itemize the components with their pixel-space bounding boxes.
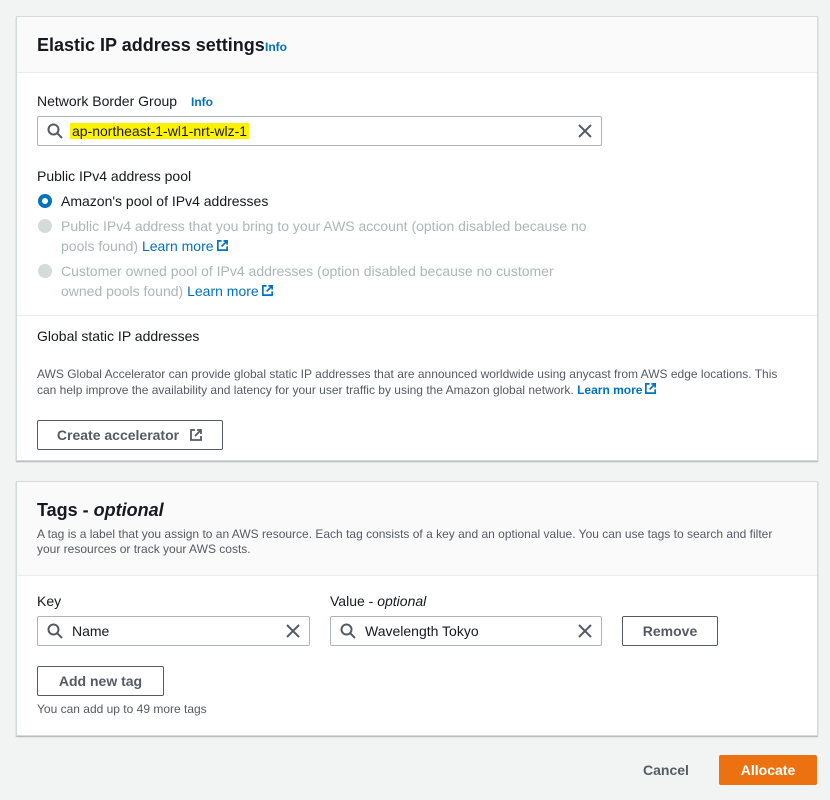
tags-description-line1: A tag is a label that you assign to an A… (37, 527, 773, 541)
search-icon (47, 623, 63, 639)
global-accelerator-learn-more-link[interactable]: Learn more (577, 383, 642, 397)
external-link-icon (190, 429, 202, 441)
tags-description-line2: your resources or track your AWS costs. (37, 542, 251, 556)
tag-value-value: Wavelength Tokyo (365, 623, 479, 639)
section-divider (17, 315, 817, 316)
add-new-tag-button[interactable]: Add new tag (37, 666, 164, 696)
learn-more-link[interactable]: Learn more (187, 283, 259, 299)
radio-customer-owned-pool-label-line1: Customer owned pool of IPv4 addresses (o… (61, 263, 554, 279)
clear-icon[interactable] (578, 124, 592, 138)
remove-tag-button[interactable]: Remove (622, 616, 718, 646)
radio-byoip-pool[interactable] (38, 219, 52, 233)
external-link-icon (645, 383, 657, 394)
global-accelerator-description-line1: AWS Global Accelerator can provide globa… (37, 367, 778, 381)
network-border-group-value: ap-northeast-1-wl1-nrt-wlz-1 (70, 123, 250, 139)
elastic-ip-settings-panel: Elastic IP address settings Info Network… (16, 16, 818, 461)
create-accelerator-button[interactable]: Create accelerator (37, 420, 223, 450)
network-border-group-label: Network Border Group (37, 93, 178, 109)
external-link-icon (216, 240, 228, 251)
search-icon (340, 623, 356, 639)
search-icon (47, 123, 63, 139)
global-accelerator-description-line2: can help improve the availability and la… (37, 383, 574, 397)
radio-amazon-pool[interactable] (38, 194, 52, 208)
ipv4-pool-label: Public IPv4 address pool (37, 168, 192, 184)
info-link[interactable]: Info (265, 40, 287, 54)
clear-icon[interactable] (286, 624, 300, 638)
external-link-icon (261, 285, 273, 296)
radio-amazon-pool-label: Amazon's pool of IPv4 addresses (61, 193, 269, 209)
panel-title: Elastic IP address settings (37, 35, 265, 55)
radio-customer-owned-pool[interactable] (38, 264, 52, 278)
tag-key-value: Name (72, 623, 110, 639)
cancel-button[interactable]: Cancel (643, 762, 689, 778)
tag-value-input[interactable]: Wavelength Tokyo (330, 616, 602, 646)
tag-value-label: Value - optional (330, 593, 427, 609)
tag-limit-note: You can add up to 49 more tags (37, 702, 207, 716)
allocate-button[interactable]: Allocate (719, 755, 817, 785)
panel-header: Tags - optional A tag is a label that yo… (17, 482, 817, 576)
create-accelerator-label: Create accelerator (56, 427, 180, 443)
radio-byoip-pool-label-line1: Public IPv4 address that you bring to yo… (61, 218, 587, 234)
learn-more-link[interactable]: Learn more (142, 238, 214, 254)
network-border-group-info-link[interactable]: Info (191, 95, 213, 109)
panel-header: Elastic IP address settings Info (17, 17, 817, 73)
tags-panel: Tags - optional A tag is a label that yo… (16, 481, 818, 736)
network-border-group-search-input[interactable]: ap-northeast-1-wl1-nrt-wlz-1 (37, 116, 602, 146)
clear-icon[interactable] (578, 624, 592, 638)
radio-byoip-pool-label-line2: pools found) (61, 238, 139, 254)
tag-key-label: Key (37, 593, 62, 609)
tags-title: Tags - optional (37, 500, 164, 520)
radio-customer-owned-pool-label-line2: owned pools found) (61, 283, 184, 299)
global-static-ip-label: Global static IP addresses (37, 328, 200, 344)
tag-key-input[interactable]: Name (37, 616, 310, 646)
